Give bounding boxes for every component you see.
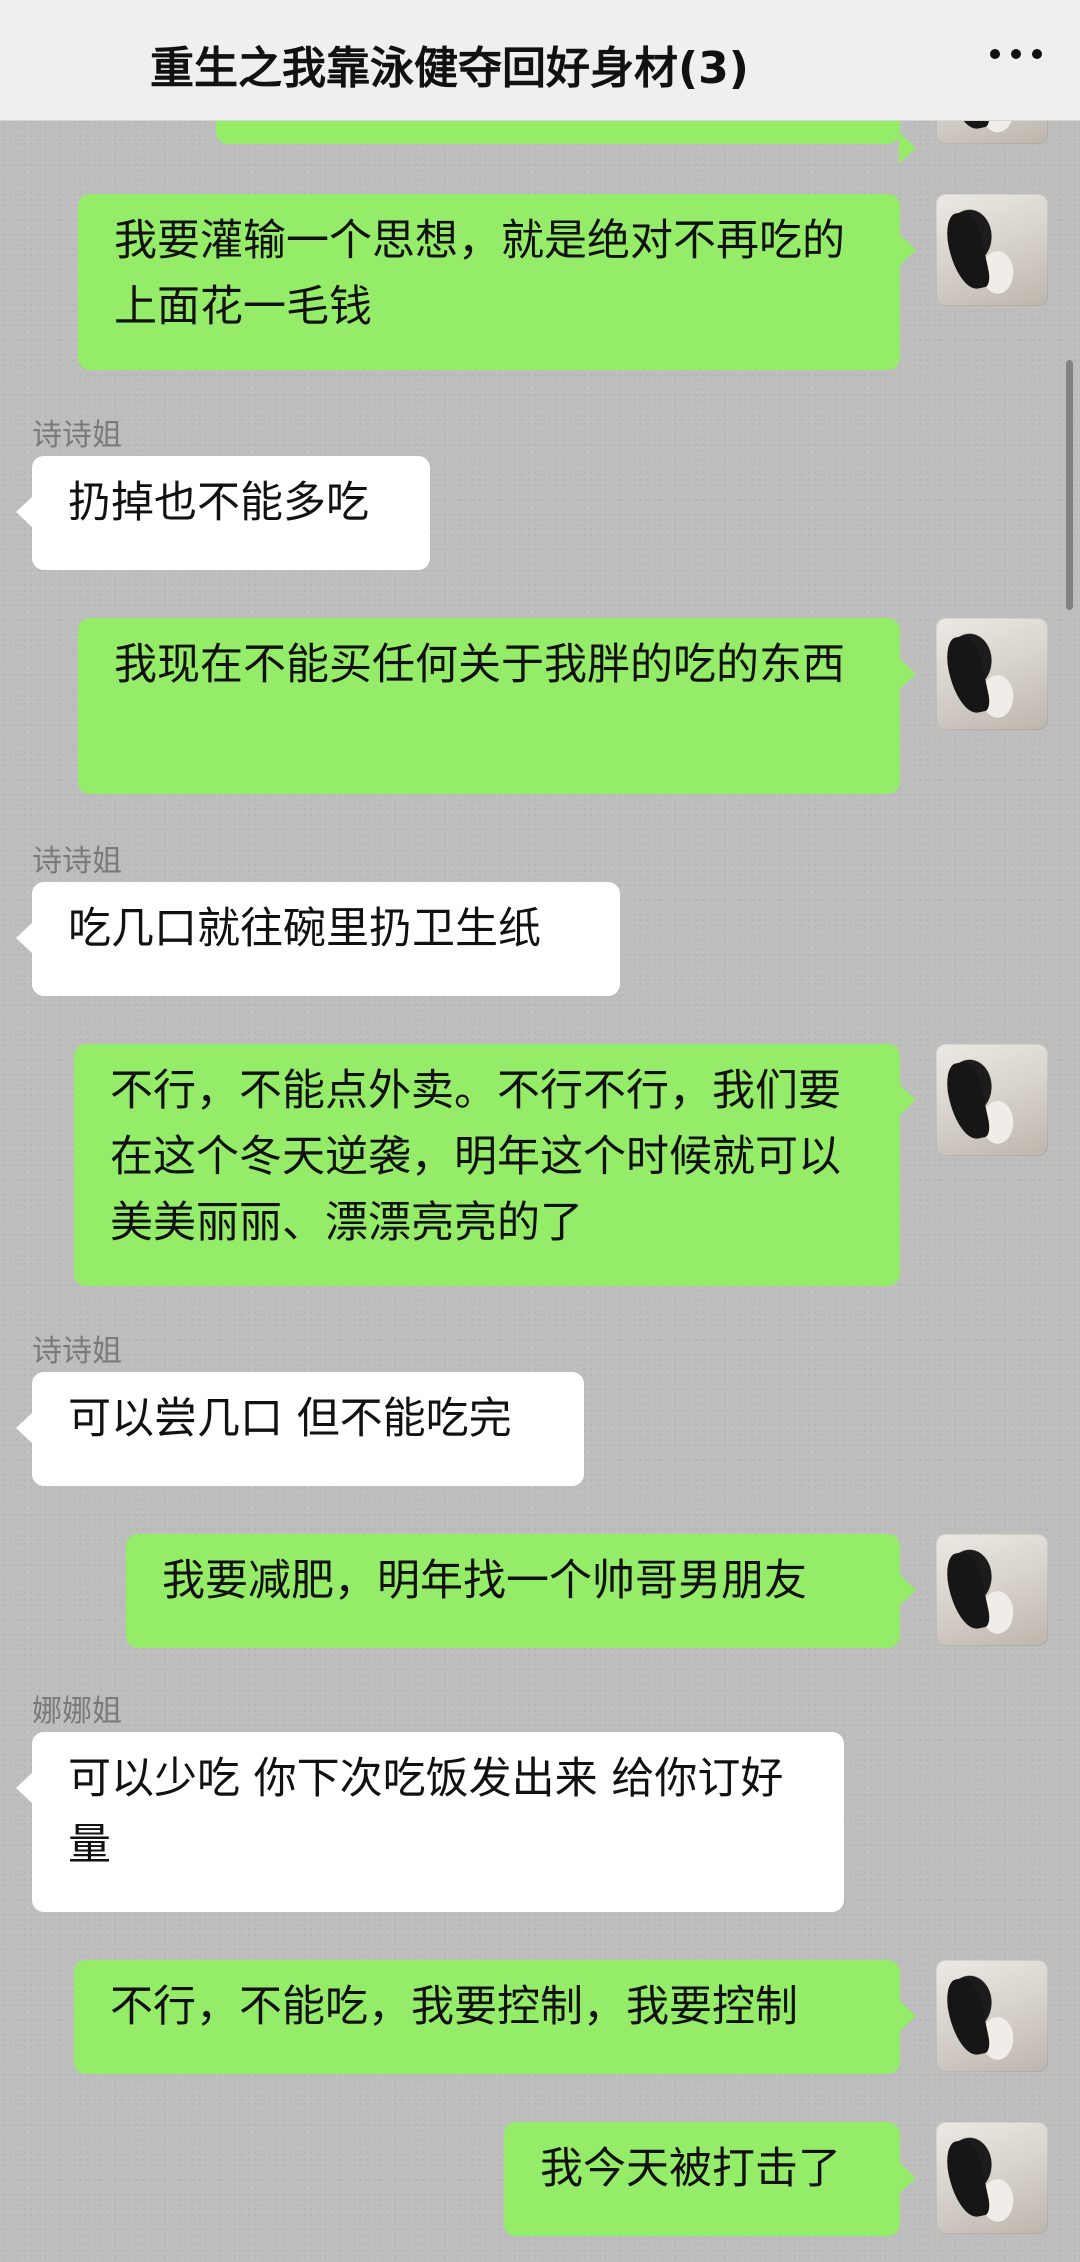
message-text: 不行，不能吃，我要控制，我要控制 <box>110 1982 798 2032</box>
message-bubble-mine[interactable]: 不行，不能点外卖。不行不行，我们要在这个冬天逆袭，明年这个时候就可以美美丽丽、漂… <box>74 1044 916 1286</box>
my-avatar[interactable] <box>936 1044 1048 1156</box>
message-bubble-mine[interactable]: 我今天被打击了 <box>504 2122 916 2236</box>
dot <box>990 49 1000 59</box>
chat-title: 重生之我靠泳健夺回好身材(3) <box>150 43 749 94</box>
message-text: 我要减肥，明年找一个帅哥男朋友 <box>162 1556 807 1606</box>
message-text: 扔掉也不能多吃 <box>68 478 369 528</box>
my-avatar[interactable] <box>936 1534 1048 1646</box>
sender-name: 诗诗姐 <box>32 844 122 879</box>
message-bubble-other[interactable]: 吃几口就往碗里扔卫生纸 <box>16 882 620 996</box>
message-text: 我现在不能买任何关于我胖的吃的东西 <box>114 640 845 690</box>
my-avatar[interactable] <box>936 2122 1048 2234</box>
sender-name: 娜娜姐 <box>32 1694 122 1729</box>
my-avatar[interactable] <box>936 194 1048 306</box>
message-bubble-mine[interactable]: 我要灌输一个思想，就是绝对不再吃的上面花一毛钱 <box>78 194 916 370</box>
message-text: 我要灌输一个思想，就是绝对不再吃的上面花一毛钱 <box>114 216 845 332</box>
dot <box>1011 49 1021 59</box>
message-bubble-mine[interactable]: 我现在不能买任何关于我胖的吃的东西 <box>78 618 916 794</box>
message-bubble-mine[interactable]: 不行，不能吃，我要控制，我要控制 <box>74 1960 916 2074</box>
message-text: 不行，不能点外卖。不行不行，我们要在这个冬天逆袭，明年这个时候就可以美美丽丽、漂… <box>110 1066 841 1248</box>
chat-header: 重生之我靠泳健夺回好身材(3) <box>0 0 1080 121</box>
message-bubble-other[interactable]: 可以尝几口 但不能吃完 <box>16 1372 584 1486</box>
message-text: 吃几口就往碗里扔卫生纸 <box>68 904 541 954</box>
more-dots-icon[interactable] <box>990 44 1042 64</box>
message-text: 可以少吃 你下次吃饭发出来 给你订好量 <box>68 1754 784 1870</box>
my-avatar[interactable] <box>936 618 1048 730</box>
sender-name: 诗诗姐 <box>32 418 122 453</box>
dot <box>1032 49 1042 59</box>
message-bubble-other[interactable]: 扔掉也不能多吃 <box>16 456 430 570</box>
sender-name: 诗诗姐 <box>32 1334 122 1369</box>
message-bubble-other[interactable]: 可以少吃 你下次吃饭发出来 给你订好量 <box>16 1732 844 1912</box>
message-text: 可以尝几口 但不能吃完 <box>68 1394 512 1444</box>
message-bubble-mine[interactable]: 我要减肥，明年找一个帅哥男朋友 <box>126 1534 916 1648</box>
scrollbar[interactable] <box>1066 360 1073 610</box>
my-avatar[interactable] <box>936 1960 1048 2072</box>
message-text: 我今天被打击了 <box>540 2144 841 2194</box>
